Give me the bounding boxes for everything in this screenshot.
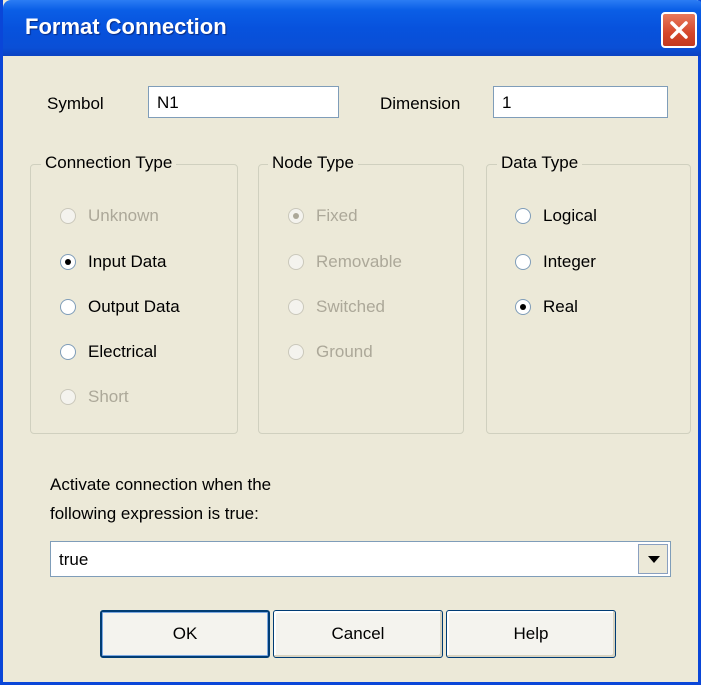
dialog-title: Format Connection: [25, 14, 227, 39]
radio-removable-dot: [288, 254, 304, 270]
radio-input-data[interactable]: Input Data: [60, 249, 166, 275]
dimension-label: Dimension: [380, 94, 461, 113]
radio-switched[interactable]: Switched: [288, 294, 385, 320]
ok-button[interactable]: OK: [100, 610, 270, 658]
radio-fixed[interactable]: Fixed: [288, 203, 358, 229]
cancel-button[interactable]: Cancel: [273, 610, 443, 658]
format-connection-dialog: Format Connection Symbol N1 Dimension 1 …: [0, 0, 701, 685]
node-type-legend: Node Type: [268, 153, 358, 173]
radio-removable[interactable]: Removable: [288, 249, 402, 275]
radio-removable-label: Removable: [316, 252, 402, 271]
radio-fixed-label: Fixed: [316, 206, 358, 225]
dropdown-button[interactable]: [638, 544, 668, 574]
radio-unknown-dot: [60, 208, 76, 224]
expression-prompt-line2: following expression is true:: [50, 504, 259, 523]
data-type-legend: Data Type: [497, 153, 583, 173]
radio-input-data-label: Input Data: [88, 252, 167, 271]
radio-switched-label: Switched: [316, 297, 385, 316]
radio-output-data-dot: [60, 299, 76, 315]
expression-combobox[interactable]: true: [50, 541, 671, 577]
radio-ground[interactable]: Ground: [288, 339, 373, 365]
symbol-label: Symbol: [47, 94, 104, 113]
radio-real-label: Real: [543, 297, 578, 316]
radio-unknown[interactable]: Unknown: [60, 203, 159, 229]
dimension-input[interactable]: 1: [493, 86, 668, 118]
radio-input-data-dot: [60, 254, 76, 270]
help-button[interactable]: Help: [446, 610, 616, 658]
radio-logical-label: Logical: [543, 206, 597, 225]
radio-fixed-dot: [288, 208, 304, 224]
radio-logical[interactable]: Logical: [515, 203, 597, 229]
radio-output-data[interactable]: Output Data: [60, 294, 180, 320]
radio-ground-dot: [288, 344, 304, 360]
radio-real-dot: [515, 299, 531, 315]
radio-short-dot: [60, 389, 76, 405]
radio-output-data-label: Output Data: [88, 297, 180, 316]
expression-value[interactable]: true: [59, 550, 88, 570]
radio-integer-dot: [515, 254, 531, 270]
radio-short[interactable]: Short: [60, 384, 129, 410]
chevron-down-icon: [648, 556, 660, 563]
close-button[interactable]: [661, 12, 697, 48]
connection-type-legend: Connection Type: [41, 153, 177, 173]
radio-integer-label: Integer: [543, 252, 596, 271]
radio-electrical-label: Electrical: [88, 342, 157, 361]
radio-electrical[interactable]: Electrical: [60, 339, 157, 365]
close-icon: [670, 21, 688, 39]
radio-real[interactable]: Real: [515, 294, 578, 320]
radio-unknown-label: Unknown: [88, 206, 159, 225]
expression-prompt-line1: Activate connection when the: [50, 475, 272, 494]
radio-logical-dot: [515, 208, 531, 224]
symbol-input[interactable]: N1: [148, 86, 339, 118]
radio-short-label: Short: [88, 387, 129, 406]
title-bar[interactable]: Format Connection: [3, 0, 701, 56]
radio-switched-dot: [288, 299, 304, 315]
radio-integer[interactable]: Integer: [515, 249, 596, 275]
radio-ground-label: Ground: [316, 342, 373, 361]
radio-electrical-dot: [60, 344, 76, 360]
